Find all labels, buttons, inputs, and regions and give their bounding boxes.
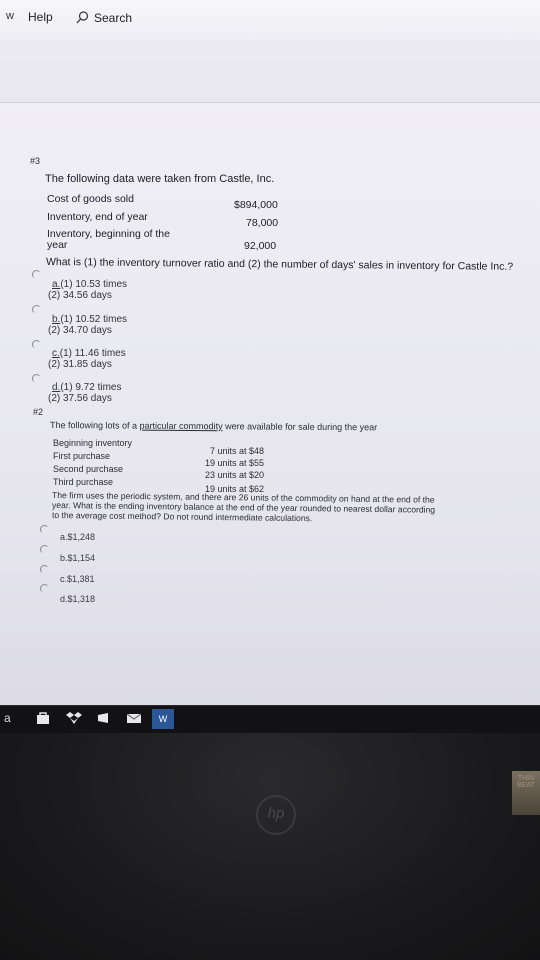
q2-row-label: Third purchase xyxy=(53,477,114,487)
search-label: Search xyxy=(94,11,133,25)
search-button[interactable]: Search xyxy=(76,9,166,27)
q3-option-a-line1[interactable]: a.(1) 10.53 times xyxy=(52,279,127,290)
q2-radio-b[interactable] xyxy=(40,545,49,554)
start-letter[interactable]: a xyxy=(4,711,20,727)
q3-question: What is (1) the inventory turnover ratio… xyxy=(45,256,514,273)
q2-row-label: Beginning inventory xyxy=(53,438,133,448)
q2-intro-b: were available for sale during the year xyxy=(222,421,378,433)
q3-option-letter: c. xyxy=(52,348,60,359)
q2-row-label: Second purchase xyxy=(53,464,124,474)
q3-number: #3 xyxy=(30,156,41,166)
q2-option-b[interactable]: b.$1,154 xyxy=(60,553,95,563)
q3-row-label-cont: year xyxy=(47,239,68,251)
q2-option-d[interactable]: d.$1,318 xyxy=(60,594,95,604)
bezel-sticker: THIN BEAT xyxy=(512,771,540,815)
mail-icon[interactable] xyxy=(126,711,142,727)
taskbar: a W xyxy=(0,705,540,734)
screen: w Help Search #3 The following data were… xyxy=(0,0,540,705)
q2-row-label: First purchase xyxy=(53,451,111,461)
q3-option-b-line1[interactable]: b.(1) 10.52 times xyxy=(52,314,127,325)
q2-row-value: 19 units at $55 xyxy=(205,458,265,468)
q2-body-line3: to the average cost method? Do not round… xyxy=(51,510,313,524)
q3-option-text: (1) 10.53 times xyxy=(60,279,128,290)
q3-radio-c[interactable] xyxy=(32,340,41,349)
q2-intro: The following lots of a particular commo… xyxy=(50,420,377,432)
q3-radio-b[interactable] xyxy=(32,305,41,314)
q2-intro-a: The following lots of a xyxy=(49,420,140,431)
q3-row-value: 78,000 xyxy=(246,217,279,229)
q2-row-value: 7 units at $48 xyxy=(210,446,265,456)
dropbox-icon[interactable] xyxy=(66,711,82,727)
q2-intro-link[interactable]: particular commodity xyxy=(140,421,223,432)
q3-option-text: (1) 9.72 times xyxy=(60,382,122,393)
q2-radio-a[interactable] xyxy=(40,525,49,534)
q3-option-text: (1) 11.46 times xyxy=(59,348,126,359)
q3-row-label: Cost of goods sold xyxy=(47,193,134,205)
q3-row-value: 92,000 xyxy=(244,240,277,252)
q3-option-a-line2: (2) 34.56 days xyxy=(48,290,112,301)
document-page: #3 The following data were taken from Ca… xyxy=(0,102,540,705)
q3-option-d-line1[interactable]: d.(1) 9.72 times xyxy=(52,382,121,393)
q3-option-text: (1) 10.52 times xyxy=(60,314,128,325)
menu-help[interactable]: Help xyxy=(28,10,53,24)
q2-radio-d[interactable] xyxy=(40,584,49,593)
q2-number: #2 xyxy=(33,407,44,417)
app-icon[interactable] xyxy=(96,711,112,727)
q3-option-b-line2: (2) 34.70 days xyxy=(48,325,112,336)
q3-row-value: $894,000 xyxy=(234,199,278,211)
q2-option-a[interactable]: a.$1,248 xyxy=(60,532,95,542)
q3-radio-d[interactable] xyxy=(32,374,41,383)
q2-radio-c[interactable] xyxy=(40,565,49,574)
q2-option-c[interactable]: c.$1,381 xyxy=(60,574,95,584)
ribbon xyxy=(0,40,540,63)
ribbon-band xyxy=(0,62,540,103)
search-icon xyxy=(76,11,89,24)
q3-row-label: Inventory, end of year xyxy=(47,211,148,223)
q3-radio-a[interactable] xyxy=(32,270,41,279)
q3-option-c-line1[interactable]: c.(1) 11.46 times xyxy=(52,348,126,359)
menu-bar: w Help Search xyxy=(0,0,540,41)
q3-option-d-line2: (2) 37.56 days xyxy=(48,393,112,404)
menu-w[interactable]: w xyxy=(6,10,14,22)
q3-intro: The following data were taken from Castl… xyxy=(45,173,275,185)
word-app-button[interactable]: W xyxy=(152,709,174,729)
q3-option-c-line2: (2) 31.85 days xyxy=(48,359,112,370)
hp-logo: hp xyxy=(256,795,296,835)
laptop-bezel: hp THIN BEAT xyxy=(0,733,540,960)
store-icon[interactable] xyxy=(36,711,52,727)
q2-row-value: 23 units at $20 xyxy=(205,470,265,480)
